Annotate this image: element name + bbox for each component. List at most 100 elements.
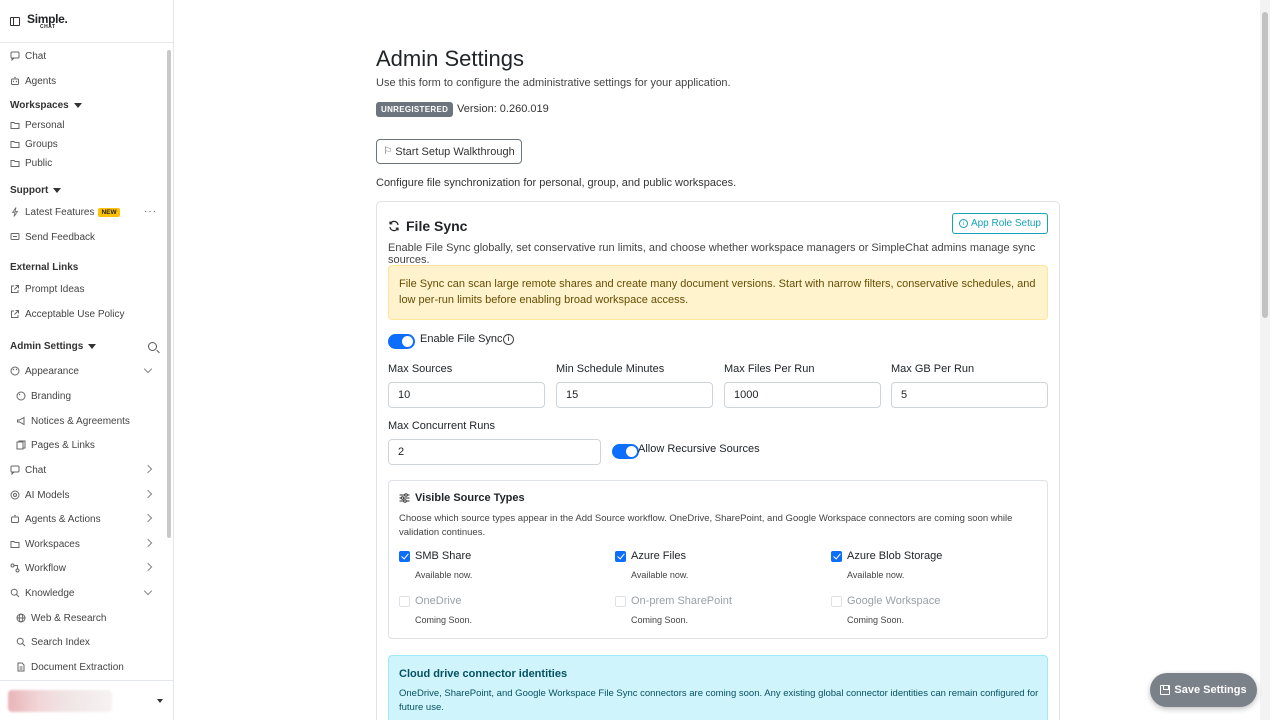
sidebar-section-workspaces[interactable]: Workspaces [10,97,82,113]
sidebar: Simple. CHAT Chat Agents Workspaces Pers… [0,0,174,720]
onedrive-status: Coming Soon. [415,615,473,625]
start-walkthrough-button[interactable]: ⚐ Start Setup Walkthrough [376,139,522,164]
smb-share-label: SMB Share [415,550,472,562]
chevron-right-icon[interactable] [143,562,153,572]
sidebar-item-chat[interactable]: Chat [10,48,46,64]
sidebar-item-notices[interactable]: Notices & Agreements [16,413,130,429]
chevron-right-icon[interactable] [143,513,153,523]
new-badge: NEW [98,207,120,217]
app-role-setup-button[interactable]: i App Role Setup [951,213,1048,234]
allow-recursive-label: Allow Recursive Sources [638,443,760,455]
sidebar-item-prompt-ideas[interactable]: Prompt Ideas [10,281,84,297]
chevron-down-icon[interactable] [143,586,153,596]
sidebar-item-workflow[interactable]: Workflow [10,560,66,576]
max-gb-input[interactable]: 5 [891,382,1048,408]
sidebar-item-appearance[interactable]: Appearance [10,363,79,379]
max-files-label: Max Files Per Run [724,363,815,375]
sidebar-section-admin-settings[interactable]: Admin Settings [10,338,97,354]
sidebar-item-ai-models[interactable]: AI Models [10,487,69,503]
sidebar-item-document-extraction[interactable]: Document Extraction [16,659,124,675]
sidebar-item-branding[interactable]: Branding [16,388,71,404]
globe-icon [16,613,26,623]
search-icon [10,588,20,598]
sidebar-item-personal[interactable]: Personal [10,117,64,133]
pages-icon [16,440,26,450]
workflow-icon [10,563,20,573]
user-menu[interactable] [0,680,174,720]
file-sync-description: Enable File Sync globally, set conservat… [388,242,1036,266]
cpu-icon [10,490,20,500]
scrollbar-thumb[interactable] [1262,12,1268,318]
robot-icon [10,514,20,524]
sidebar-section-support[interactable]: Support [10,182,62,198]
file-sync-title: File Sync [388,218,467,234]
more-options-icon[interactable]: ··· [144,206,157,217]
sidebar-item-pages-links[interactable]: Pages & Links [16,437,95,453]
sidebar-section-external-links: External Links [10,261,79,273]
max-concurrent-input[interactable]: 2 [388,439,601,465]
sidebar-item-admin-workspaces[interactable]: Workspaces [10,536,80,552]
sidebar-item-latest-features[interactable]: Latest Features NEW [10,204,120,220]
external-link-icon [10,284,20,294]
chevron-right-icon[interactable] [143,489,153,499]
info-icon[interactable]: i [503,334,514,345]
chevron-right-icon[interactable] [143,464,153,474]
sidebar-item-agents-actions[interactable]: Agents & Actions [10,511,101,527]
status-badge: UNREGISTERED [376,102,454,117]
azure-files-checkbox[interactable] [615,551,626,562]
azure-blob-checkbox[interactable] [831,551,842,562]
version-text: Version: 0.260.019 [457,103,549,115]
onedrive-label: OneDrive [415,595,462,607]
page-scrollbar[interactable] [1260,0,1270,720]
app-logo[interactable]: Simple. CHAT [27,12,68,30]
azure-files-status: Available now. [631,570,689,580]
sliders-icon [399,493,410,503]
caret-down-icon [53,187,62,193]
enable-file-sync-toggle[interactable] [388,334,415,349]
sidebar-item-public[interactable]: Public [10,155,52,171]
max-sources-input[interactable]: 10 [388,382,545,408]
smb-share-checkbox[interactable] [399,551,410,562]
sidebar-item-send-feedback[interactable]: Send Feedback [10,229,95,245]
min-schedule-input[interactable]: 15 [556,382,713,408]
main-content: Admin Settings Use this form to configur… [175,0,1270,720]
folder-icon [10,120,20,130]
cloud-connector-info: Cloud drive connector identities OneDriv… [388,655,1048,720]
azure-files-label: Azure Files [631,550,687,562]
max-files-input[interactable]: 1000 [724,382,881,408]
onprem-sharepoint-status: Coming Soon. [631,615,689,625]
visible-source-types-description: Choose which source types appear in the … [399,513,1013,538]
folder-icon [10,139,20,149]
chevron-right-icon[interactable] [143,538,153,548]
sidebar-item-agents[interactable]: Agents [10,73,56,89]
sidebar-item-acceptable-use[interactable]: Acceptable Use Policy [10,306,125,322]
onprem-sharepoint-checkbox [615,596,626,607]
sidebar-toggle-icon[interactable] [10,16,20,26]
save-settings-button[interactable]: Save Settings [1150,673,1257,707]
signpost-icon: ⚐ [383,146,393,157]
google-workspace-label: Google Workspace [847,595,941,607]
chat-icon [10,51,20,61]
info-icon: i [958,219,968,228]
external-link-icon [10,309,20,319]
min-schedule-label: Min Schedule Minutes [556,363,665,375]
cloud-connector-text: OneDrive, SharePoint, and Google Workspa… [399,688,1039,713]
sidebar-item-web-research[interactable]: Web & Research [16,610,106,626]
page-title: Admin Settings [376,46,524,71]
caret-down-icon [157,699,163,703]
sidebar-item-admin-chat[interactable]: Chat [10,462,46,478]
sidebar-scrollbar[interactable] [167,50,171,538]
max-concurrent-label: Max Concurrent Runs [388,420,495,432]
search-icon[interactable] [148,342,157,351]
brand-bar: Simple. CHAT [0,0,173,43]
feedback-icon [10,232,20,242]
chevron-down-icon[interactable] [143,364,153,374]
azure-blob-status: Available now. [847,570,905,580]
sidebar-item-search-index[interactable]: Search Index [16,634,90,650]
megaphone-icon [16,416,26,426]
allow-recursive-toggle[interactable] [612,444,639,459]
visible-source-types-title: Visible Source Types [399,492,525,504]
palette-icon [16,391,26,401]
sidebar-item-knowledge[interactable]: Knowledge [10,585,74,601]
sidebar-item-groups[interactable]: Groups [10,136,58,152]
